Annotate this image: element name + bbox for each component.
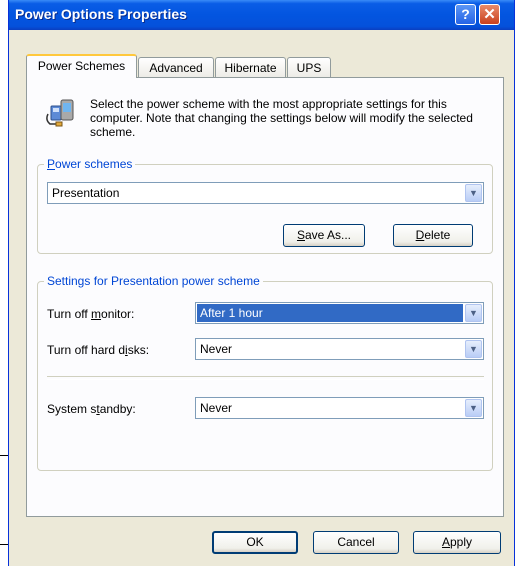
help-button[interactable]: ? — [455, 4, 476, 25]
help-icon: ? — [461, 6, 470, 22]
settings-divider — [47, 376, 484, 380]
tab-label: Hibernate — [224, 61, 277, 75]
tab-label: UPS — [296, 61, 322, 75]
ok-button[interactable]: OK — [212, 531, 298, 554]
power-schemes-legend: Power schemes — [44, 157, 136, 171]
monitor-select[interactable]: After 1 hour ▼ — [195, 302, 484, 324]
tab-label: Advanced — [149, 61, 203, 75]
power-options-dialog: Power Options Properties ? ✕ Power Schem… — [8, 0, 515, 566]
monitor-value: After 1 hour — [197, 304, 463, 322]
standby-label: System standby: — [47, 402, 136, 416]
settings-legend: Settings for Presentation power scheme — [44, 274, 263, 288]
close-button[interactable]: ✕ — [479, 4, 500, 25]
cancel-button[interactable]: Cancel — [313, 531, 399, 554]
tab-advanced[interactable]: Advanced — [138, 57, 214, 78]
chevron-down-icon[interactable]: ▼ — [465, 340, 482, 358]
close-icon: ✕ — [483, 6, 496, 23]
tab-power-schemes[interactable]: Power Schemes — [26, 54, 137, 78]
tab-label: Power Schemes — [37, 59, 126, 73]
chevron-down-icon[interactable]: ▼ — [465, 184, 482, 202]
save-as-button[interactable]: Save As... — [283, 224, 365, 247]
hard-disks-label: Turn off hard disks: — [47, 343, 150, 357]
tab-ups[interactable]: UPS — [287, 57, 331, 78]
window-title: Power Options Properties — [15, 6, 187, 22]
chevron-down-icon[interactable]: ▼ — [465, 304, 482, 322]
monitor-label: Turn off monitor: — [47, 307, 135, 321]
power-scheme-select[interactable]: Presentation ▼ — [47, 182, 484, 204]
tab-hibernate[interactable]: Hibernate — [215, 57, 286, 78]
tab-panel-power-schemes: Select the power scheme with the most ap… — [26, 77, 504, 517]
title-bar[interactable]: Power Options Properties ? ✕ — [9, 0, 514, 30]
delete-button[interactable]: Delete — [393, 224, 473, 247]
hard-disks-value: Never — [200, 342, 233, 356]
standby-select[interactable]: Never ▼ — [195, 397, 484, 419]
power-scheme-value: Presentation — [52, 186, 120, 200]
power-scheme-icon — [45, 94, 79, 128]
chevron-down-icon[interactable]: ▼ — [465, 399, 482, 417]
apply-button[interactable]: Apply — [413, 531, 501, 554]
intro-text: Select the power scheme with the most ap… — [90, 97, 473, 139]
standby-value: Never — [200, 401, 233, 415]
hard-disks-select[interactable]: Never ▼ — [195, 338, 484, 360]
